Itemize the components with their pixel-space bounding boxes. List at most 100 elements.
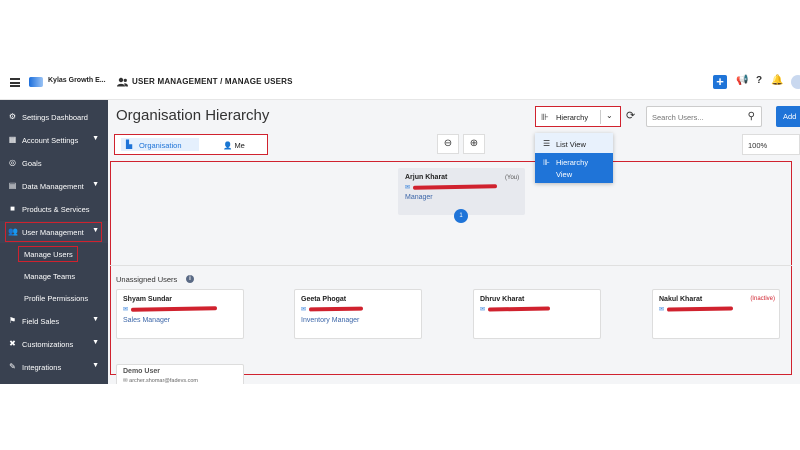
refresh-icon[interactable]: ⟳: [626, 109, 635, 122]
status-badge: (Inactive): [750, 296, 775, 302]
view-mode-label: Hierarchy: [556, 113, 589, 122]
redaction-mark: [412, 184, 498, 190]
brand-name: Kylas Growth E...: [48, 77, 106, 84]
view-mode-select[interactable]: ⊪ Hierarchy ⌄: [535, 106, 621, 127]
data-icon: ▤: [8, 181, 17, 190]
toggle-label: Organisation: [139, 141, 182, 150]
field-icon: ⚑: [8, 316, 17, 325]
sidebar-item-label: Products & Services: [22, 205, 90, 214]
zoom-in-button[interactable]: ⊕: [463, 134, 485, 154]
zoom-value: 100%: [748, 141, 768, 150]
person-icon: 👤: [223, 141, 233, 150]
mail-icon: ✉: [659, 307, 665, 313]
chevron-down-icon: ▼: [92, 181, 99, 188]
mail-icon: ✉: [405, 185, 411, 191]
unassigned-users-heading: Unassigned Users: [116, 275, 178, 284]
highlight-box: [5, 222, 102, 242]
help-icon[interactable]: ?: [756, 75, 762, 86]
hierarchy-icon: ⊪: [541, 112, 549, 122]
zoom-in-icon: ⊕: [469, 138, 479, 149]
sidebar: ⚙ Settings Dashboard ▦ Account Settings …: [0, 100, 108, 384]
organisation-icon: ▙: [126, 140, 133, 149]
user-name: Nakul Kharat: [659, 296, 703, 303]
sidebar-item-products-services[interactable]: ■ Products & Services: [0, 198, 108, 220]
user-card[interactable]: Geeta Phogat ✉ Inventory Manager: [294, 289, 422, 339]
user-email: ✉ archer.shomar@fadevs.com: [123, 378, 199, 384]
announcement-icon[interactable]: 📢: [736, 75, 748, 86]
top-bar: Kylas Growth E... USER MANAGEMENT / MANA…: [0, 66, 800, 100]
info-icon[interactable]: i: [186, 275, 194, 283]
hierarchy-icon: ⊪: [543, 158, 550, 167]
sidebar-item-label: Account Settings: [22, 136, 79, 145]
user-name: Geeta Phogat: [301, 296, 347, 303]
sidebar-item-data-management[interactable]: ▤ Data Management ▼: [0, 175, 108, 197]
chevron-down-icon: ▼: [92, 362, 99, 369]
zoom-out-button[interactable]: ⊖: [437, 134, 459, 154]
quick-add-button[interactable]: +: [713, 75, 727, 89]
sidebar-subitem-profile-permissions[interactable]: Profile Permissions: [24, 294, 88, 303]
user-card[interactable]: Dhruv Kharat ✉: [473, 289, 601, 339]
sidebar-subitem-manage-teams[interactable]: Manage Teams: [24, 272, 75, 281]
sidebar-item-account-settings[interactable]: ▦ Account Settings ▼: [0, 129, 108, 151]
user-card[interactable]: Demo User ✉ archer.shomar@fadevs.com: [116, 364, 244, 384]
toggle-me[interactable]: 👤 Me: [223, 141, 245, 150]
sidebar-item-integrations[interactable]: ✎ Integrations ▼: [0, 356, 108, 378]
redaction-mark: [666, 306, 734, 312]
notification-bell-icon[interactable]: 🔔: [771, 75, 783, 86]
menu-item-label: List View: [556, 140, 586, 149]
user-card[interactable]: Nakul Kharat (Inactive) ✉: [652, 289, 780, 339]
sidebar-item-field-sales[interactable]: ⚑ Field Sales ▼: [0, 310, 108, 332]
zoom-select[interactable]: 100%: [742, 134, 800, 155]
manager-card[interactable]: Arjun Kharat (You) ✉ Manager: [398, 168, 525, 215]
redaction-mark: [130, 306, 218, 312]
sidebar-item-label: Integrations: [22, 363, 62, 372]
chevron-down-icon: ▼: [92, 135, 99, 142]
sidebar-item-customizations[interactable]: ✖ Customizations ▼: [0, 333, 108, 355]
account-icon: ▦: [8, 135, 17, 144]
toggle-organisation[interactable]: ▙ Organisation: [121, 138, 199, 151]
gear-icon: ⚙: [8, 112, 17, 121]
user-role: Manager: [405, 194, 433, 201]
sidebar-item-label: Customizations: [22, 340, 74, 349]
redaction-mark: [487, 306, 551, 312]
sidebar-item-goals[interactable]: ◎ Goals: [0, 152, 108, 174]
mail-icon: ✉: [480, 307, 486, 313]
user-name: Demo User: [123, 368, 160, 375]
user-name: Shyam Sundar: [123, 296, 173, 303]
search-input[interactable]: [652, 110, 738, 124]
user-card[interactable]: Shyam Sundar ✉ Sales Manager: [116, 289, 244, 339]
add-user-button[interactable]: Add: [776, 106, 800, 127]
hierarchy-scope-toggle: ▙ Organisation 👤 Me: [114, 134, 268, 155]
box-icon: ■: [10, 204, 15, 213]
divider: [600, 110, 601, 124]
app-window: Kylas Growth E... USER MANAGEMENT / MANA…: [0, 66, 800, 384]
child-count-badge[interactable]: 1: [454, 209, 468, 223]
search-box: ⚲: [646, 106, 762, 127]
sidebar-item-label: Field Sales: [22, 317, 60, 326]
page-title: Organisation Hierarchy: [116, 107, 270, 124]
toggle-label: Me: [234, 141, 245, 150]
sidebar-item-settings-dashboard[interactable]: ⚙ Settings Dashboard: [0, 106, 108, 128]
avatar[interactable]: [791, 75, 800, 89]
sidebar-item-label: Data Management: [22, 182, 84, 191]
view-mode-dropdown: ☰ List View ⊪ Hierarchy View: [535, 133, 613, 183]
user-role: Inventory Manager: [301, 317, 360, 324]
divider: [110, 265, 792, 266]
brand-logo-icon: [29, 77, 43, 87]
main-content: Organisation Hierarchy ⊪ Hierarchy ⌄ ⟳ ⚲…: [108, 100, 800, 384]
hamburger-menu-icon[interactable]: [10, 78, 20, 87]
user-email-text: archer.shomar@fadevs.com: [129, 378, 199, 384]
user-name: Arjun Kharat: [405, 174, 448, 181]
plug-icon: ✎: [9, 362, 16, 371]
list-icon: ☰: [543, 139, 551, 148]
chevron-down-icon: ▼: [92, 339, 99, 346]
zoom-out-icon: ⊖: [443, 138, 453, 149]
menu-item-label: Hierarchy View: [556, 158, 589, 179]
menu-item-hierarchy-view[interactable]: ⊪ Hierarchy View: [535, 153, 613, 183]
user-name: Dhruv Kharat: [480, 296, 525, 303]
menu-item-list-view[interactable]: ☰ List View: [535, 133, 613, 153]
search-icon[interactable]: ⚲: [748, 111, 755, 122]
sidebar-item-label: Settings Dashboard: [22, 113, 88, 122]
sidebar-item-label: Goals: [22, 159, 42, 168]
mail-icon: ✉: [301, 307, 307, 313]
